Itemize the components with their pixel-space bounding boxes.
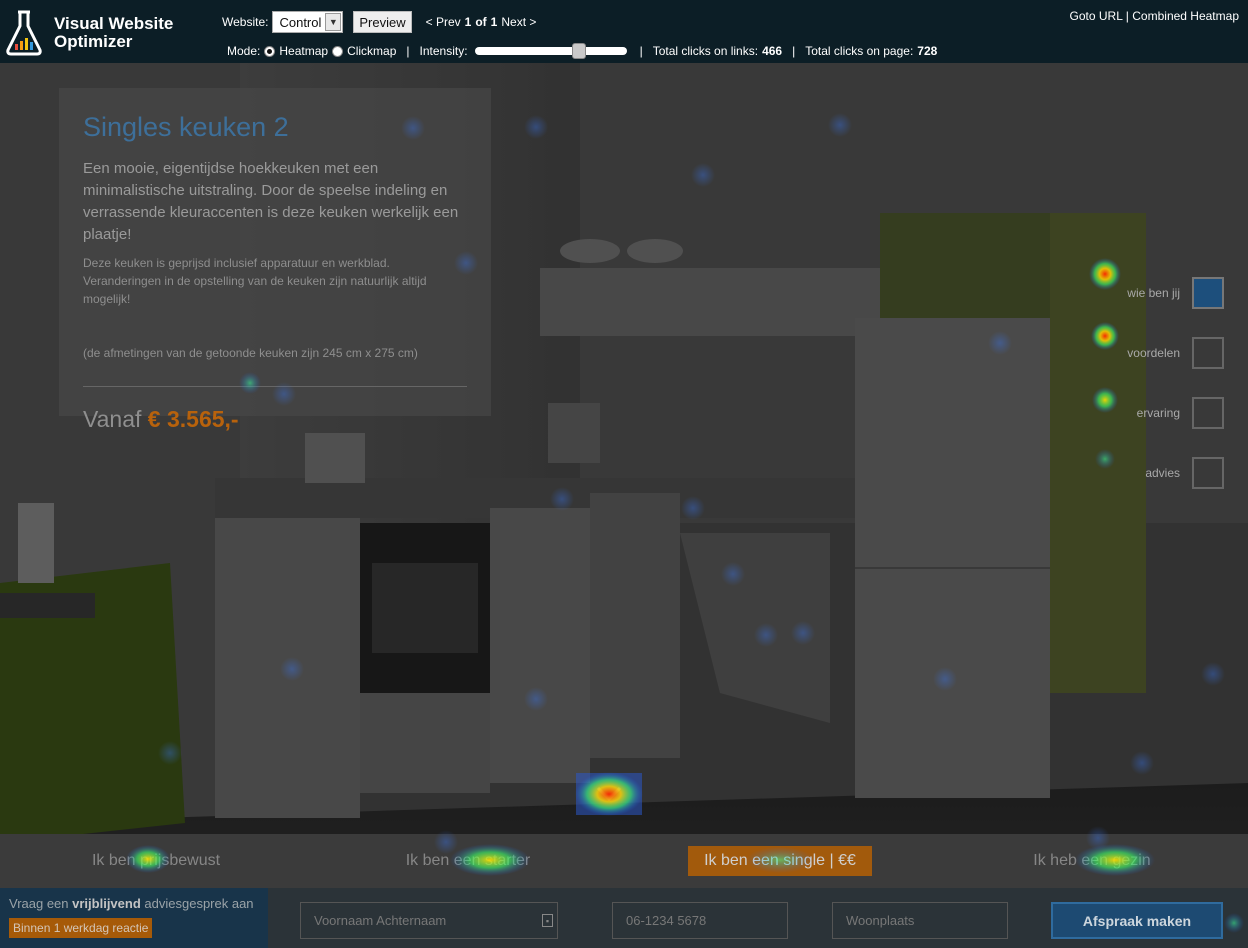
vwo-heatmap-viewer: Visual Website Optimizer Website: Contro… — [0, 0, 1248, 948]
persona-label: Ik ben een starter — [405, 852, 531, 869]
contact-footer: Vraag een vrijblijvend adviesgesprek aan… — [0, 888, 1248, 948]
toolbar-row-1: Website: Control ▼ Preview < Prev 1 of 1… — [222, 10, 536, 34]
persona-label: Ik ben prijsbewust — [91, 852, 221, 869]
product-title: Singles keuken 2 — [83, 112, 289, 142]
chevron-down-icon: ▼ — [325, 13, 342, 31]
separator: | — [639, 44, 643, 58]
section-nav: wie ben jij voordelen ervaring advies — [1104, 263, 1224, 503]
persona-label: Ik heb een gezin — [1033, 852, 1151, 869]
product-details: Deze keuken is geprijsd inclusief appara… — [83, 256, 427, 306]
product-price: Vanaf € 3.565,- — [83, 406, 239, 433]
toolbar-row-2: Mode: Heatmap Clickmap | Intensity: | To… — [227, 43, 938, 59]
section-nav-marker[interactable] — [1192, 457, 1224, 489]
persona-item[interactable]: Ik heb een gezin — [936, 852, 1248, 870]
heatmap-radio-label[interactable]: Heatmap — [279, 44, 328, 58]
section-nav-marker[interactable] — [1192, 277, 1224, 309]
section-nav-item[interactable]: advies — [1104, 443, 1224, 503]
section-nav-label: wie ben jij — [1127, 286, 1180, 300]
section-nav-item[interactable]: ervaring — [1104, 383, 1224, 443]
price-value: € 3.565,- — [147, 406, 239, 432]
page-clicks-label: Total clicks on page: — [805, 44, 914, 58]
contact-intro: Vraag een vrijblijvend adviesgesprek aan… — [0, 888, 268, 948]
links-clicks-value: 466 — [762, 44, 783, 58]
separator: | — [792, 44, 796, 58]
intensity-slider[interactable] — [474, 43, 627, 59]
persona-item[interactable]: Ik ben een single | €€ — [624, 846, 936, 876]
section-nav-label: voordelen — [1127, 346, 1180, 360]
product-lead: Een mooie, eigentijdse hoekkeuken met ee… — [83, 160, 459, 243]
persona-bar: Ik ben prijsbewust Ik ben een starter Ik… — [0, 834, 1248, 888]
product-dimensions: (de afmetingen van de getoonde keuken zi… — [83, 346, 418, 360]
page-of-label: of — [475, 15, 487, 29]
contact-intro-text: Vraag een vrijblijvend adviesgesprek aan — [9, 896, 254, 911]
preview-button[interactable]: Preview — [353, 11, 412, 33]
vwo-toolbar: Visual Website Optimizer Website: Contro… — [0, 0, 1248, 63]
clickmap-radio-label[interactable]: Clickmap — [347, 44, 396, 58]
flask-logo-icon — [6, 10, 42, 56]
city-input[interactable]: Woonplaats — [832, 902, 1008, 939]
section-nav-marker[interactable] — [1192, 397, 1224, 429]
brand-name: Visual Website Optimizer — [54, 14, 174, 51]
link-divider: | — [1125, 9, 1129, 23]
intensity-label: Intensity: — [419, 44, 468, 58]
phone-input[interactable]: 06-1234 5678 — [612, 902, 788, 939]
persona-label: Ik ben een single | €€ — [688, 846, 872, 876]
intensity-slider-handle[interactable] — [571, 43, 586, 59]
website-select-value: Control — [279, 14, 322, 30]
website-label: Website: — [222, 15, 269, 29]
response-badge: Binnen 1 werkdag reactie — [9, 918, 153, 938]
contact-card-icon: ▪ — [542, 914, 553, 927]
persona-item[interactable]: Ik ben prijsbewust — [0, 852, 312, 870]
section-nav-item[interactable]: voordelen — [1104, 323, 1224, 383]
section-nav-item[interactable]: wie ben jij — [1104, 263, 1224, 323]
name-input[interactable]: Voornaam Achternaam ▪ — [300, 902, 558, 939]
page-total: 1 — [490, 15, 498, 29]
combined-heatmap-link[interactable]: Combined Heatmap — [1132, 9, 1239, 23]
submit-appointment-button[interactable]: Afspraak maken — [1051, 902, 1223, 939]
separator: | — [406, 44, 410, 58]
chevron-down-icon — [596, 786, 622, 802]
website-select[interactable]: Control ▼ — [272, 11, 344, 33]
heatmap-radio[interactable] — [264, 45, 276, 57]
goto-url-link[interactable]: Goto URL — [1070, 9, 1123, 23]
links-clicks-label: Total clicks on links: — [652, 44, 759, 58]
price-prefix: Vanaf — [83, 406, 142, 432]
page-clicks-value: 728 — [917, 44, 938, 58]
product-info-panel: Singles keuken 2 Een mooie, eigentijdse … — [59, 88, 491, 432]
toolbar-right-links: Goto URL | Combined Heatmap — [1070, 9, 1239, 23]
section-nav-label: ervaring — [1136, 406, 1180, 420]
page-preview: Singles keuken 2 Een mooie, eigentijdse … — [0, 63, 1248, 948]
divider — [83, 386, 467, 387]
persona-item[interactable]: Ik ben een starter — [312, 852, 624, 870]
next-link[interactable]: Next > — [501, 15, 536, 29]
page-current: 1 — [464, 15, 472, 29]
section-nav-label: advies — [1145, 466, 1180, 480]
prev-link[interactable]: < Prev — [426, 15, 461, 29]
mode-label: Mode: — [227, 44, 261, 58]
pagination: < Prev 1 of 1 Next > — [426, 15, 537, 29]
section-nav-marker[interactable] — [1192, 337, 1224, 369]
scroll-down-button[interactable] — [576, 773, 642, 815]
clickmap-radio[interactable] — [332, 45, 344, 57]
